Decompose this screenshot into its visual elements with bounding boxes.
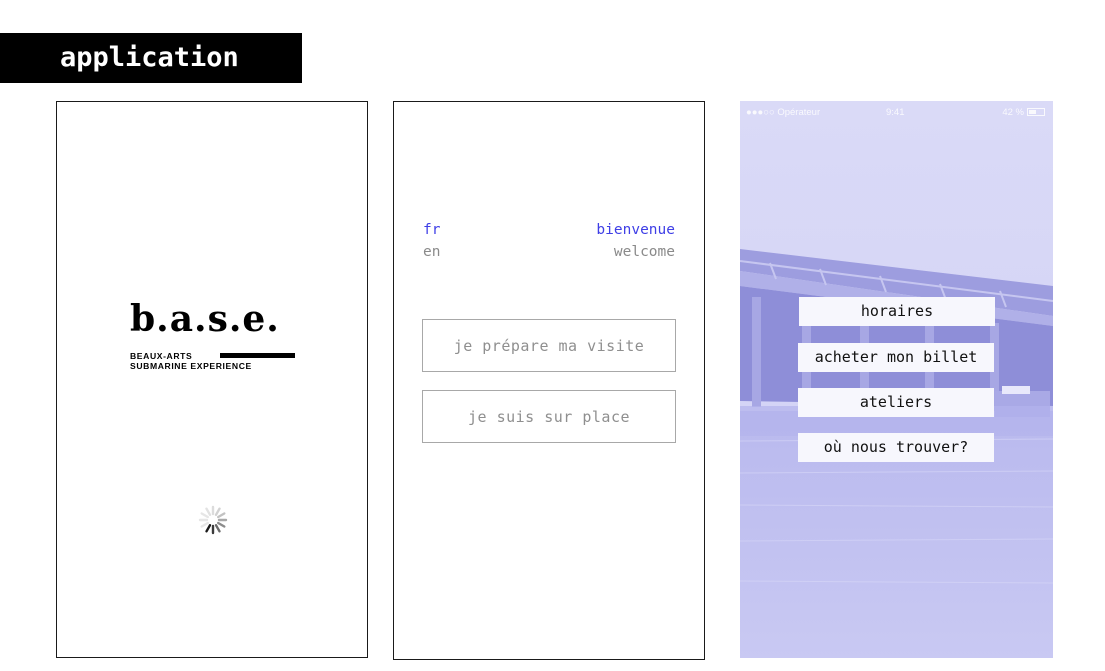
language-option-fr[interactable]: fr bienvenue [423,222,675,238]
language-greeting: welcome [613,244,675,260]
language-screen: fr bienvenue en welcome je prépare ma vi… [393,101,705,660]
clock-label: 9:41 [886,107,905,118]
logo-wordmark: b.a.s.e. [130,298,280,340]
spinner-icon [198,505,228,535]
language-code: en [423,244,441,260]
on-site-button[interactable]: je suis sur place [422,390,676,443]
logo-subtitle: BEAUX-ARTS SUBMARINE EXPERIENCE [130,351,300,371]
logo-line-2: SUBMARINE EXPERIENCE [130,361,252,371]
section-label: application [0,33,302,83]
base-logo: b.a.s.e. BEAUX-ARTS SUBMARINE EXPERIENCE [130,297,300,371]
battery-status: 42 % [1002,107,1045,118]
menu-item-hours[interactable]: horaires [799,297,995,326]
prepare-visit-button[interactable]: je prépare ma visite [422,319,676,372]
battery-icon [1027,108,1045,116]
splash-screen: b.a.s.e. BEAUX-ARTS SUBMARINE EXPERIENCE [56,101,368,658]
bridge-photo [740,101,1053,658]
language-option-en[interactable]: en welcome [423,244,675,260]
language-greeting: bienvenue [596,222,675,238]
language-code: fr [423,222,441,238]
carrier-label: ●●●○○ Opérateur [746,107,821,118]
logo-bar [220,353,295,358]
menu-item-buy-ticket[interactable]: acheter mon billet [798,343,994,372]
menu-item-find-us[interactable]: où nous trouver? [798,433,994,462]
status-bar: ●●●○○ Opérateur 9:41 42 % [740,101,1053,123]
menu-screen: ●●●○○ Opérateur 9:41 42 % horaires achet… [740,101,1053,658]
battery-label: 42 % [1002,107,1024,118]
menu-item-workshops[interactable]: ateliers [798,388,994,417]
